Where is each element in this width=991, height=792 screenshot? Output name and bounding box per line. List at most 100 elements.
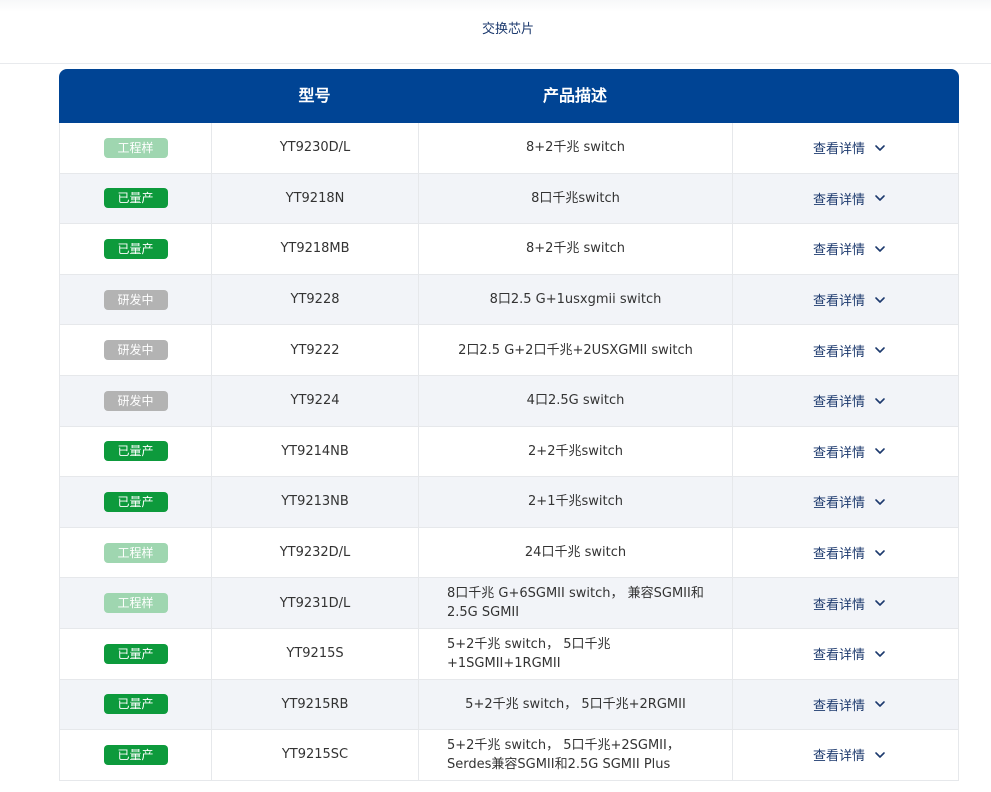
product-description: 8口千兆 G+6SGMII switch， 兼容SGMII和2.5G SGMII	[447, 586, 704, 621]
view-details-button[interactable]: 查看详情	[813, 138, 887, 157]
view-details-button[interactable]: 查看详情	[813, 391, 887, 410]
chevron-down-icon	[873, 596, 887, 610]
model-name: YT9214NB	[281, 443, 349, 459]
chevron-down-icon	[873, 546, 887, 560]
chevron-down-icon	[873, 394, 887, 408]
model-name: YT9215S	[286, 646, 344, 662]
status-cell: 已量产	[60, 224, 212, 274]
view-details-button[interactable]: 查看详情	[813, 594, 887, 613]
action-cell: 查看详情	[733, 528, 959, 578]
status-cell: 已量产	[60, 477, 212, 527]
product-description: 8+2千兆 switch	[525, 140, 626, 156]
model-cell: YT9232D/L	[212, 527, 419, 578]
product-table: 型号 产品描述 工程样 YT9230D/L 8+2千兆 switch 查看详情 已量产 Y…	[59, 69, 959, 781]
view-details-button[interactable]: 查看详情	[813, 543, 887, 562]
product-description: 24口千兆 switch	[524, 545, 627, 561]
description-cell: 8+2千兆 switch	[419, 224, 733, 274]
table-row: 已量产 YT9215SC 5+2千兆 switch， 5口千兆+2SGMII，Ser…	[59, 730, 959, 781]
tab-switch-chips[interactable]: 交换芯片	[0, 18, 991, 37]
action-cell: 查看详情	[733, 730, 959, 780]
product-description: 5+2千兆 switch， 5口千兆+1SGMII+1RGMII	[447, 636, 611, 671]
view-details-label: 查看详情	[812, 445, 865, 461]
action-cell: 查看详情	[733, 275, 959, 325]
product-description: 8口千兆switch	[531, 190, 620, 206]
table-row: 工程样 YT9230D/L 8+2千兆 switch 查看详情	[59, 123, 959, 174]
status-badge: 已量产	[103, 238, 168, 259]
description-cell: 8+2千兆 switch	[419, 123, 733, 173]
chevron-down-icon	[873, 444, 887, 458]
view-details-button[interactable]: 查看详情	[813, 492, 887, 511]
action-cell: 查看详情	[733, 680, 959, 730]
model-cell: YT9215SC	[212, 730, 419, 780]
status-badge: 研发中	[103, 340, 168, 361]
model-name: YT9228	[290, 292, 340, 308]
status-badge: 工程样	[103, 542, 168, 563]
description-cell: 8口千兆 G+6SGMII switch， 兼容SGMII和2.5G SGMII	[419, 578, 733, 628]
table-row: 研发中 YT9222 2口2.5 G+2口千兆+2USXGMII switch 查看详…	[59, 325, 959, 376]
model-cell: YT9215S	[212, 628, 419, 679]
model-name: YT9215RB	[281, 696, 349, 712]
table-row: 研发中 YT9228 8口2.5 G+1usxgmii switch 查看详情	[59, 274, 959, 326]
description-cell: 24口千兆 switch	[419, 527, 733, 578]
model-cell: YT9231D/L	[212, 578, 419, 628]
view-details-label: 查看详情	[812, 496, 865, 512]
model-cell: YT9214NB	[212, 426, 419, 477]
status-badge: 已量产	[103, 694, 168, 715]
chevron-down-icon	[873, 191, 887, 205]
view-details-label: 查看详情	[812, 547, 865, 563]
description-cell: 5+2千兆 switch， 5口千兆+2RGMII	[419, 679, 733, 730]
model-cell: YT9215RB	[212, 679, 419, 730]
header-model: 型号	[298, 86, 331, 105]
action-cell: 查看详情	[733, 376, 959, 426]
view-details-label: 查看详情	[812, 395, 865, 411]
table-row: 工程样 YT9232D/L 24口千兆 switch 查看详情	[59, 527, 959, 579]
product-description: 2+2千兆switch	[528, 443, 623, 459]
view-details-button[interactable]: 查看详情	[813, 239, 887, 258]
table-row: 已量产 YT9215RB 5+2千兆 switch， 5口千兆+2RGMII 查看详情	[59, 679, 959, 731]
table-row: 工程样 YT9231D/L 8口千兆 G+6SGMII switch， 兼容SGMI…	[59, 578, 959, 629]
model-cell: YT9222	[212, 325, 419, 375]
status-cell: 已量产	[60, 173, 212, 224]
view-details-label: 查看详情	[812, 294, 865, 310]
view-details-label: 查看详情	[812, 749, 865, 765]
status-badge: 工程样	[103, 593, 168, 614]
model-cell: YT9218N	[212, 173, 419, 224]
status-cell: 研发中	[60, 274, 212, 325]
status-cell: 研发中	[60, 325, 212, 375]
status-badge: 工程样	[103, 137, 168, 158]
view-details-button[interactable]: 查看详情	[813, 442, 887, 461]
action-cell: 查看详情	[733, 224, 959, 274]
view-details-label: 查看详情	[812, 698, 865, 714]
view-details-button[interactable]: 查看详情	[813, 189, 887, 208]
table-row: 已量产 YT9218N 8口千兆switch 查看详情	[59, 173, 959, 225]
product-description: 5+2千兆 switch， 5口千兆+2SGMII，Serdes兼容SGMII和…	[447, 737, 680, 772]
status-badge: 已量产	[103, 643, 168, 664]
model-name: YT9224	[290, 393, 340, 409]
table-row: 已量产 YT9218MB 8+2千兆 switch 查看详情	[59, 224, 959, 275]
chevron-down-icon	[873, 495, 887, 509]
model-name: YT9218N	[285, 190, 345, 206]
table-row: 研发中 YT9224 4口2.5G switch 查看详情	[59, 375, 959, 427]
view-details-button[interactable]: 查看详情	[813, 745, 887, 764]
chevron-down-icon	[873, 293, 887, 307]
status-cell: 工程样	[60, 123, 212, 173]
view-details-button[interactable]: 查看详情	[813, 341, 887, 360]
view-details-button[interactable]: 查看详情	[813, 290, 887, 309]
status-badge: 研发中	[103, 390, 168, 411]
table-body: 工程样 YT9230D/L 8+2千兆 switch 查看详情 已量产 YT9218N 8口…	[59, 123, 959, 781]
view-details-label: 查看详情	[812, 597, 865, 613]
model-name: YT9232D/L	[279, 545, 351, 561]
status-cell: 已量产	[60, 679, 212, 730]
view-details-button[interactable]: 查看详情	[813, 644, 887, 663]
chevron-down-icon	[873, 343, 887, 357]
model-name: YT9215SC	[281, 747, 349, 763]
view-details-label: 查看详情	[812, 648, 865, 664]
table-row: 已量产 YT9213NB 2+1千兆switch 查看详情	[59, 477, 959, 528]
status-badge: 已量产	[103, 491, 168, 512]
status-cell: 工程样	[60, 578, 212, 628]
view-details-button[interactable]: 查看详情	[813, 695, 887, 714]
status-cell: 已量产	[60, 426, 212, 477]
description-cell: 8口千兆switch	[419, 173, 733, 224]
product-description: 8口2.5 G+1usxgmii switch	[489, 292, 662, 308]
chevron-down-icon	[873, 748, 887, 762]
